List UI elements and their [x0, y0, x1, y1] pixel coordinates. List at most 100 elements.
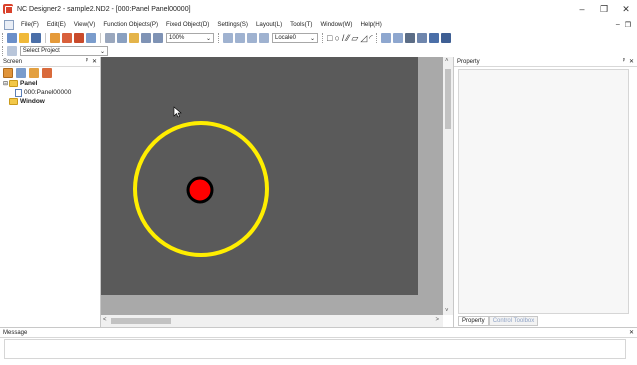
- menu-settings[interactable]: Settings(S): [213, 21, 252, 28]
- close-icon[interactable]: ✕: [92, 58, 97, 65]
- mdi-restore-button[interactable]: ❐: [625, 21, 631, 29]
- canvas-vertical-scrollbar[interactable]: ˄ ˅: [443, 57, 453, 315]
- close-icon[interactable]: ✕: [629, 329, 634, 336]
- vertical-scroll-thumb[interactable]: [445, 69, 451, 129]
- menu-function-objects[interactable]: Function Objects(P): [99, 21, 162, 28]
- align-center-icon[interactable]: [235, 33, 245, 43]
- close-icon[interactable]: ✕: [629, 58, 634, 65]
- toolbar-grip[interactable]: [322, 33, 324, 43]
- red-lamp[interactable]: [186, 176, 214, 204]
- toolbar-separator: [45, 33, 46, 43]
- polygon-tool-icon[interactable]: ▱: [351, 33, 358, 43]
- open-icon[interactable]: [19, 33, 29, 43]
- property-tabs: Property Control Toolbox: [458, 316, 539, 326]
- redo-icon[interactable]: [153, 33, 163, 43]
- toolbar-grip[interactable]: [218, 33, 220, 43]
- tree-node-panel00000[interactable]: 000:Panel00000: [3, 88, 100, 97]
- window-controls: – ❐ ✕: [571, 0, 637, 18]
- menu-file[interactable]: File(F): [17, 21, 43, 28]
- canvas-horizontal-scrollbar[interactable]: < >: [101, 315, 443, 327]
- menu-layout[interactable]: Layout(L): [252, 21, 286, 28]
- properties-icon[interactable]: [86, 33, 96, 43]
- pin-icon[interactable]: ᵖ: [86, 58, 88, 65]
- tab-control-toolbox[interactable]: Control Toolbox: [488, 316, 539, 326]
- scroll-right-icon[interactable]: >: [435, 317, 439, 323]
- tab-property[interactable]: Property: [458, 316, 489, 326]
- copy-icon[interactable]: [117, 33, 127, 43]
- polyline-tool-icon[interactable]: ⁄⁄: [346, 33, 349, 43]
- screen-panel: Screen ᵖ ✕ ⊟ Panel 000:Panel00000 Window: [0, 57, 101, 327]
- chevron-down-icon: ⌄: [99, 48, 106, 55]
- freeform-tool-icon[interactable]: ◿: [360, 33, 367, 43]
- screen-panel-header: Screen ᵖ ✕: [0, 57, 100, 67]
- grid-icon[interactable]: [428, 33, 439, 43]
- rectangle-tool-icon[interactable]: □: [327, 33, 332, 43]
- message-panel: Message ✕: [0, 327, 637, 365]
- menu-tools[interactable]: Tools(T): [286, 21, 316, 28]
- undo-icon[interactable]: [141, 33, 151, 43]
- paste-icon[interactable]: [129, 33, 139, 43]
- align-right-icon[interactable]: [247, 33, 257, 43]
- mdi-minimize-button[interactable]: –: [616, 21, 620, 28]
- circle-tool-icon[interactable]: ○: [334, 33, 339, 43]
- menu-fixed-object[interactable]: Fixed Object(D): [162, 21, 213, 28]
- project-toolbar: Select Project ⌄: [0, 45, 110, 57]
- find-icon[interactable]: [404, 33, 415, 43]
- locale-select[interactable]: Locale0 ⌄: [272, 33, 318, 43]
- save-icon[interactable]: [31, 33, 41, 43]
- horizontal-scroll-thumb[interactable]: [111, 318, 171, 324]
- menu-view[interactable]: View(V): [70, 21, 100, 28]
- scroll-left-icon[interactable]: <: [103, 317, 107, 323]
- message-output[interactable]: [4, 339, 626, 359]
- zoom-select[interactable]: 100% ⌄: [166, 33, 214, 43]
- add-panel-icon[interactable]: [29, 68, 39, 78]
- tree-node-label: 000:Panel00000: [24, 89, 72, 96]
- menu-window[interactable]: Window(W): [316, 21, 356, 28]
- line-tool-icon[interactable]: /: [342, 33, 345, 43]
- add-screen-icon[interactable]: [50, 33, 60, 43]
- sort-icon[interactable]: [16, 68, 26, 78]
- scroll-down-icon[interactable]: ˅: [445, 308, 449, 314]
- preview-icon[interactable]: [416, 33, 427, 43]
- bring-front-icon[interactable]: [380, 33, 391, 43]
- scroll-up-icon[interactable]: ˄: [445, 58, 449, 64]
- screen-panel-title: Screen: [3, 58, 23, 65]
- property-grid[interactable]: [458, 69, 629, 314]
- tree-node-panel[interactable]: ⊟ Panel: [3, 79, 100, 88]
- chevron-down-icon: ⌄: [309, 35, 315, 42]
- toolbar-grip[interactable]: [2, 33, 4, 43]
- panel-surface[interactable]: [101, 57, 418, 295]
- close-button[interactable]: ✕: [615, 0, 637, 18]
- collapse-icon[interactable]: ⊟: [3, 80, 8, 87]
- main-toolbar: 100% ⌄ Locale0 ⌄ □ ○ / ⁄⁄ ▱ ◿ ◜: [0, 31, 637, 45]
- document-icon: [4, 19, 14, 30]
- maximize-button[interactable]: ❐: [593, 0, 615, 18]
- new-icon[interactable]: [7, 33, 17, 43]
- add-window-icon[interactable]: [42, 68, 52, 78]
- window-title: NC Designer2 - sample2.ND2 - [000:Panel …: [17, 5, 191, 13]
- chevron-down-icon: ⌄: [205, 35, 211, 42]
- pin-icon[interactable]: ᵖ: [623, 58, 625, 65]
- tree-node-window[interactable]: Window: [3, 97, 100, 106]
- layout-icon[interactable]: [440, 33, 451, 43]
- screen-view-icon[interactable]: [3, 68, 13, 78]
- project-value: Select Project: [22, 48, 60, 54]
- screen-tree: ⊟ Panel 000:Panel00000 Window: [0, 79, 100, 106]
- folder-icon: [9, 98, 18, 105]
- menu-help[interactable]: Help(H): [356, 21, 385, 28]
- align-left-icon[interactable]: [223, 33, 233, 43]
- toolbar-grip[interactable]: [375, 33, 378, 43]
- add-window-icon[interactable]: [62, 33, 72, 43]
- send-back-icon[interactable]: [392, 33, 403, 43]
- cut-icon[interactable]: [105, 33, 115, 43]
- minimize-button[interactable]: –: [571, 0, 593, 18]
- project-select[interactable]: Select Project ⌄: [19, 46, 109, 56]
- title-bar: NC Designer2 - sample2.ND2 - [000:Panel …: [0, 0, 637, 18]
- align-top-icon[interactable]: [259, 33, 269, 43]
- design-canvas[interactable]: [101, 57, 443, 315]
- arc-tool-icon[interactable]: ◜: [369, 33, 373, 43]
- menu-edit[interactable]: Edit(E): [43, 21, 70, 28]
- tree-node-label: Window: [20, 98, 45, 105]
- delete-screen-icon[interactable]: [74, 33, 84, 43]
- toolbar-grip[interactable]: [2, 46, 4, 56]
